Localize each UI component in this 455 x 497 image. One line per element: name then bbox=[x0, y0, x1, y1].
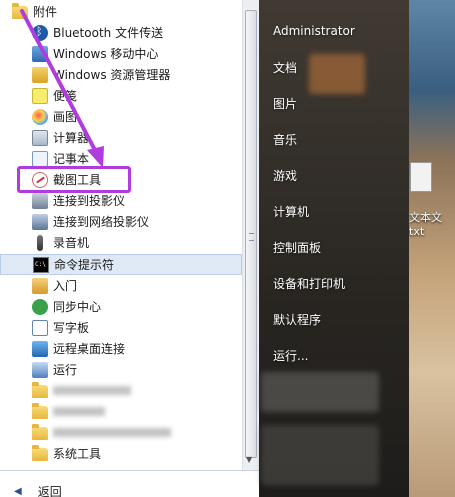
notepad-icon bbox=[32, 150, 48, 167]
folder-obscured-1[interactable] bbox=[0, 380, 242, 401]
wordpad-icon bbox=[32, 319, 48, 336]
sticky-notes-icon bbox=[32, 87, 48, 104]
getting-started-icon bbox=[32, 277, 48, 294]
folder-icon bbox=[32, 403, 48, 419]
folder-icon bbox=[12, 3, 28, 19]
list-item-run[interactable]: 运行 bbox=[0, 359, 242, 380]
desktop-file-label-1: 文本文 bbox=[409, 211, 442, 224]
item-label: Bluetooth 文件传送 bbox=[53, 26, 164, 40]
sync-center-icon bbox=[32, 298, 48, 315]
blurred-tile bbox=[309, 54, 365, 94]
games-link[interactable]: 游戏 bbox=[273, 167, 297, 184]
documents-link[interactable]: 文档 bbox=[273, 59, 297, 76]
scroll-thumb[interactable] bbox=[245, 10, 257, 458]
scroll-down-icon[interactable]: ▼ bbox=[246, 455, 252, 464]
item-label: 记事本 bbox=[53, 152, 90, 166]
run-link[interactable]: 运行... bbox=[273, 347, 308, 364]
item-label: Windows 移动中心 bbox=[53, 47, 159, 61]
desktop-background: 文本文 txt bbox=[409, 0, 455, 497]
obscured-label bbox=[53, 386, 131, 395]
pictures-link[interactable]: 图片 bbox=[273, 95, 297, 112]
list-item-mobility-center[interactable]: Windows 移动中心 bbox=[0, 43, 242, 64]
text-file-icon[interactable] bbox=[410, 162, 432, 192]
item-label: 连接到投影仪 bbox=[53, 194, 126, 208]
calculator-icon bbox=[32, 129, 48, 146]
control-panel-link[interactable]: 控制面板 bbox=[273, 239, 321, 256]
network-projector-icon bbox=[32, 213, 48, 230]
folder-system-tools[interactable]: 系统工具 bbox=[0, 443, 242, 464]
blurred-tile bbox=[261, 425, 379, 485]
divider bbox=[0, 470, 259, 471]
programs-list: 附件 Bluetooth 文件传送 Windows 移动中心 Windows 资… bbox=[0, 0, 242, 470]
folder-label: 附件 bbox=[33, 5, 58, 19]
item-label: 画图 bbox=[53, 110, 78, 124]
list-item-paint[interactable]: 画图 bbox=[0, 106, 242, 127]
list-item-projector[interactable]: 连接到投影仪 bbox=[0, 190, 242, 211]
list-item-explorer[interactable]: Windows 资源管理器 bbox=[0, 64, 242, 85]
list-item-wordpad[interactable]: 写字板 bbox=[0, 317, 242, 338]
item-label: 系统工具 bbox=[53, 447, 102, 461]
item-label: 远程桌面连接 bbox=[53, 342, 126, 356]
folder-obscured-2[interactable] bbox=[0, 401, 242, 422]
blurred-tile bbox=[261, 372, 379, 412]
command-prompt-icon bbox=[33, 256, 49, 273]
item-label: 同步中心 bbox=[53, 300, 102, 314]
item-label: 计算器 bbox=[53, 131, 90, 145]
list-item-command-prompt[interactable]: 命令提示符 bbox=[0, 254, 242, 275]
mobility-center-icon bbox=[32, 45, 48, 62]
item-label: 入门 bbox=[53, 279, 78, 293]
back-arrow-icon: ◀ bbox=[14, 485, 22, 497]
projector-icon bbox=[32, 192, 48, 209]
remote-desktop-icon bbox=[32, 340, 48, 357]
start-menu-right-pane: Administrator 文档 图片 音乐 游戏 计算机 控制面板 设备和打印… bbox=[259, 0, 409, 497]
item-label: 便笺 bbox=[53, 89, 78, 103]
item-label: Windows 资源管理器 bbox=[53, 68, 171, 82]
obscured-label bbox=[53, 407, 105, 416]
list-item-getting-started[interactable]: 入门 bbox=[0, 275, 242, 296]
highlight-box bbox=[17, 166, 131, 193]
computer-link[interactable]: 计算机 bbox=[273, 203, 309, 220]
list-item-sync-center[interactable]: 同步中心 bbox=[0, 296, 242, 317]
item-label: 连接到网络投影仪 bbox=[53, 215, 150, 229]
back-button[interactable]: ◀ 返回 bbox=[0, 481, 242, 497]
devices-printers-link[interactable]: 设备和打印机 bbox=[273, 275, 345, 292]
obscured-label bbox=[53, 428, 171, 437]
desktop-file-label-2: txt bbox=[409, 225, 425, 238]
folder-icon bbox=[32, 424, 48, 440]
item-label: 写字板 bbox=[53, 321, 90, 335]
back-label: 返回 bbox=[37, 484, 62, 497]
list-item-calculator[interactable]: 计算器 bbox=[0, 127, 242, 148]
bluetooth-icon bbox=[32, 24, 48, 41]
sound-recorder-icon bbox=[37, 234, 43, 251]
folder-icon bbox=[32, 382, 48, 398]
item-label: 运行 bbox=[53, 363, 78, 377]
list-item-remote-desktop[interactable]: 远程桌面连接 bbox=[0, 338, 242, 359]
programs-scrollbar[interactable]: ▼ bbox=[242, 0, 259, 470]
all-programs-panel: 附件 Bluetooth 文件传送 Windows 移动中心 Windows 资… bbox=[0, 0, 259, 497]
list-item-sticky-notes[interactable]: 便笺 bbox=[0, 85, 242, 106]
list-item-bluetooth[interactable]: Bluetooth 文件传送 bbox=[0, 22, 242, 43]
folder-accessories[interactable]: 附件 bbox=[0, 1, 242, 22]
run-icon bbox=[32, 361, 48, 378]
item-label: 命令提示符 bbox=[54, 258, 115, 272]
paint-icon bbox=[32, 108, 48, 125]
music-link[interactable]: 音乐 bbox=[273, 131, 297, 148]
list-item-network-projector[interactable]: 连接到网络投影仪 bbox=[0, 211, 242, 232]
default-programs-link[interactable]: 默认程序 bbox=[273, 311, 321, 328]
list-item-sound-recorder[interactable]: 录音机 bbox=[0, 232, 242, 253]
item-label: 录音机 bbox=[53, 236, 90, 250]
grip-icon bbox=[249, 233, 254, 241]
explorer-icon bbox=[32, 66, 48, 83]
folder-obscured-3[interactable] bbox=[0, 422, 242, 443]
folder-icon bbox=[32, 445, 48, 461]
user-name-link[interactable]: Administrator bbox=[273, 24, 355, 38]
